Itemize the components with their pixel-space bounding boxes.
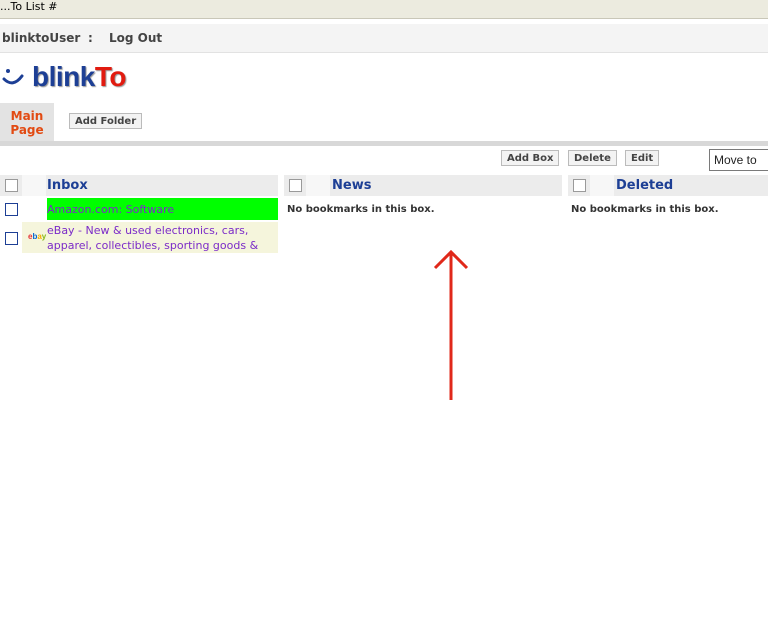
logo-text-blink: blink — [32, 61, 95, 92]
bookmark-row: ebay eBay - New & used electronics, cars… — [0, 222, 278, 253]
smile-logo-icon — [2, 69, 24, 85]
logo-text: blinkTo — [32, 60, 126, 94]
header-spacer — [22, 175, 46, 196]
move-to-select[interactable]: Move to — [709, 149, 768, 171]
add-folder-button[interactable]: Add Folder — [69, 113, 143, 129]
bookmark-row: Amazon.com: Software — [0, 198, 278, 220]
logout-link[interactable]: Log Out — [109, 24, 162, 52]
box-title: Deleted — [616, 178, 674, 193]
tab-main-label-line2: Page — [10, 123, 44, 137]
box-header: Inbox — [0, 175, 278, 196]
bookmark-link-amazon[interactable]: Amazon.com: Software — [47, 202, 174, 217]
empty-message: No bookmarks in this box. — [287, 204, 435, 215]
bookmark-checkbox[interactable] — [5, 203, 18, 216]
select-all-checkbox[interactable] — [5, 179, 18, 192]
bookmark-checkbox[interactable] — [5, 232, 18, 245]
box-title: Inbox — [47, 178, 88, 193]
select-all-checkbox[interactable] — [573, 179, 586, 192]
user-bar: blinktoUser : Log Out — [0, 24, 768, 53]
user-separator: : — [88, 31, 93, 45]
box-title: News — [332, 178, 372, 193]
empty-message: No bookmarks in this box. — [571, 204, 719, 215]
add-box-button[interactable]: Add Box — [501, 150, 560, 166]
select-all-checkbox[interactable] — [289, 179, 302, 192]
window-title: ...To List # — [0, 0, 58, 13]
logo-text-to: To — [94, 61, 127, 92]
delete-button[interactable]: Delete — [568, 150, 617, 166]
bookmark-link-ebay[interactable]: eBay - New & used electronics, cars, app… — [47, 223, 258, 253]
header-spacer — [590, 175, 614, 196]
bookmark-title-line2: apparel, collectibles, sporting goods & — [47, 239, 259, 252]
bookmark-title-line1: eBay - New & used electronics, cars, — [47, 224, 249, 237]
window-titlebar: ...To List # — [0, 0, 768, 19]
header-spacer — [306, 175, 330, 196]
folder-tabs: Main Page Add Folder — [0, 103, 768, 141]
edit-button[interactable]: Edit — [625, 150, 660, 166]
divider — [0, 141, 768, 146]
ebay-icon: ebay — [28, 232, 47, 241]
box-header: Deleted — [568, 175, 768, 196]
tab-main-page[interactable]: Main Page — [0, 103, 54, 141]
red-up-arrow-icon — [433, 249, 469, 400]
box-header: News — [284, 175, 562, 196]
tab-main-label-line1: Main — [10, 109, 44, 123]
username: blinktoUser — [2, 31, 81, 45]
